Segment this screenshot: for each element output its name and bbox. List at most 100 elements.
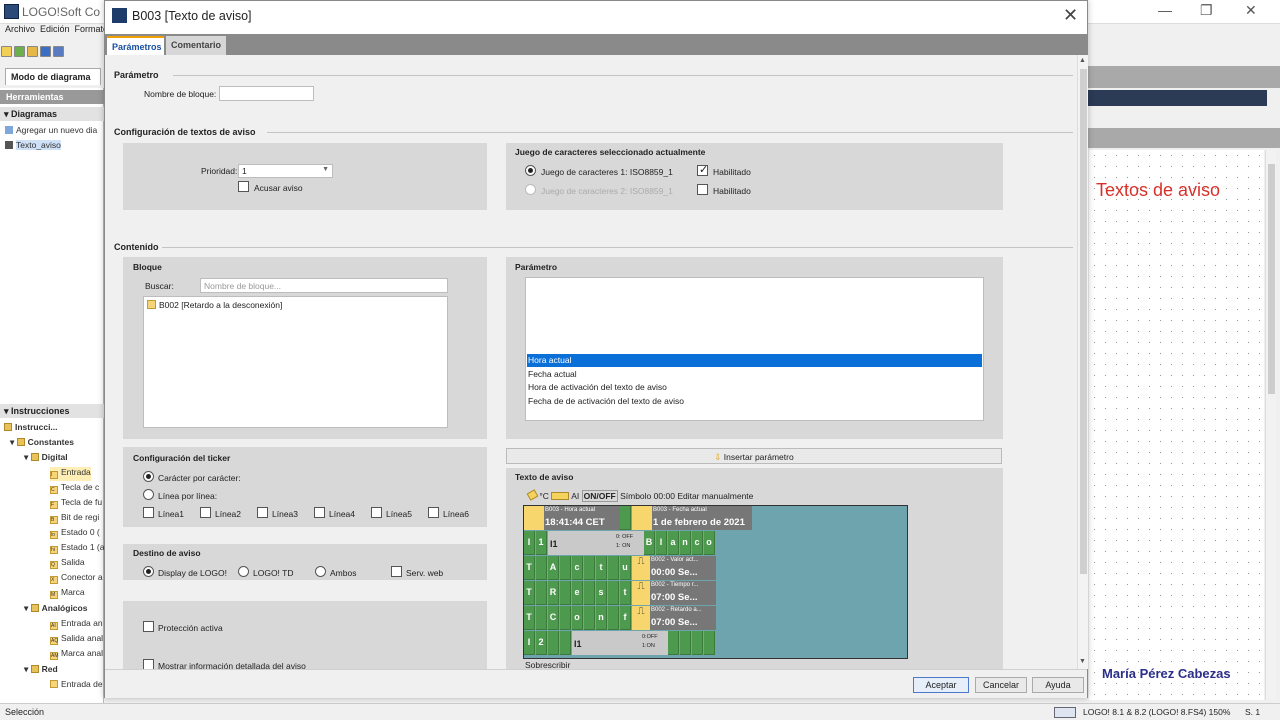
tree-item-digital[interactable]: I Entrada	[50, 467, 91, 481]
edit-manually-button[interactable]: Editar manualmente	[677, 491, 753, 501]
param-item-activation-time[interactable]: Hora de activación del texto de aviso	[527, 381, 668, 394]
display-char[interactable]: C	[548, 606, 559, 630]
insert-param-button[interactable]: ⇩ Insertar parámetro	[506, 448, 1002, 464]
open-folder-icon[interactable]	[27, 46, 38, 57]
tree-net[interactable]: ▾ Red	[24, 664, 58, 678]
diagram-item[interactable]: Texto_aviso	[5, 140, 61, 154]
symbol-button[interactable]: Símbolo	[620, 491, 651, 501]
display-cell[interactable]	[584, 606, 595, 630]
display-cell[interactable]	[704, 631, 715, 655]
tree-item-net-input[interactable]: Entrada de	[50, 679, 103, 693]
tab-parametros[interactable]: Parámetros	[107, 36, 164, 55]
battery-icon[interactable]	[551, 492, 570, 500]
display-char[interactable]: o	[572, 606, 583, 630]
display-char[interactable]: c	[692, 531, 703, 555]
display-char[interactable]: T	[524, 556, 535, 580]
display-char[interactable]: a	[668, 531, 679, 555]
menu-archivo[interactable]: Archivo	[5, 24, 35, 34]
display-cell[interactable]	[608, 581, 619, 605]
print-icon[interactable]	[53, 46, 64, 57]
display-char[interactable]: B	[644, 531, 655, 555]
dest-logo-td-radio[interactable]	[238, 566, 249, 577]
tree-item-digital[interactable]: B Bit de regi	[50, 512, 99, 526]
display-cell[interactable]: I	[524, 531, 535, 555]
display-cell[interactable]	[668, 631, 679, 655]
display-cell[interactable]	[536, 606, 547, 630]
search-input[interactable]: Nombre de bloque...	[200, 278, 448, 293]
eraser-icon[interactable]	[526, 489, 539, 501]
display-char[interactable]: T	[524, 581, 535, 605]
diagram-mode-tab[interactable]: Modo de diagrama	[5, 68, 101, 85]
tree-constants[interactable]: ▾ Constantes	[10, 437, 74, 451]
display-cell[interactable]	[680, 631, 691, 655]
display-current-time-block[interactable]: B003 - Hora actual 18:41:44 CET	[524, 506, 620, 530]
tree-analog[interactable]: ▾ Analógicos	[24, 603, 87, 617]
block-list-item[interactable]: B002 [Retardo a la desconexión]	[146, 299, 283, 312]
menu-edicion[interactable]: Edición	[40, 24, 70, 34]
tree-item-digital[interactable]: lo Estado 0 (	[50, 527, 100, 541]
display-cell[interactable]	[584, 581, 595, 605]
display-char[interactable]: c	[572, 556, 583, 580]
display-char[interactable]: T	[524, 606, 535, 630]
display-char[interactable]: u	[620, 556, 631, 580]
ticker-line-checkbox[interactable]	[314, 507, 325, 518]
display-cell[interactable]	[536, 556, 547, 580]
display-char[interactable]: A	[548, 556, 559, 580]
display-cell[interactable]	[560, 556, 571, 580]
param-item-current-time[interactable]: Hora actual	[527, 354, 982, 367]
display-onoff-block[interactable]: I1 0:OFF 1:ON	[572, 631, 668, 655]
download-icon[interactable]	[14, 46, 25, 57]
ticker-line-checkbox[interactable]	[371, 507, 382, 518]
display-char[interactable]: n	[680, 531, 691, 555]
display-grid[interactable]: B003 - Hora actual 18:41:44 CET B003 - Fec…	[523, 505, 908, 659]
ticker-line-checkbox[interactable]	[428, 507, 439, 518]
display-char[interactable]: s	[596, 581, 607, 605]
canvas-scrollbar[interactable]	[1265, 150, 1276, 700]
display-cell[interactable]	[620, 506, 631, 530]
display-cell[interactable]: 2	[536, 631, 547, 655]
tab-comentario[interactable]: Comentario	[166, 36, 226, 55]
display-cell[interactable]	[560, 631, 571, 655]
display-timer-block[interactable]: ⎍ B002 - Valor act... 00:00 Se...	[632, 556, 716, 580]
dialog-scrollbar[interactable]: ▲ ▼	[1077, 55, 1088, 669]
display-cell[interactable]	[560, 606, 571, 630]
display-onoff-block[interactable]: I1 0: OFF 1: ON	[548, 531, 644, 555]
display-cell[interactable]	[692, 631, 703, 655]
display-cell[interactable]	[548, 631, 559, 655]
tree-item-digital[interactable]: F Tecla de fu	[50, 497, 102, 511]
display-current-date-block[interactable]: B003 - Fecha actual 1 de febrero de 2021	[632, 506, 752, 530]
block-name-input[interactable]	[219, 86, 314, 101]
restore-icon[interactable]: ❐	[1200, 2, 1213, 19]
ticker-line-checkbox[interactable]	[143, 507, 154, 518]
tree-item-analog[interactable]: AQ Salida anal	[50, 633, 103, 647]
display-cell[interactable]	[608, 606, 619, 630]
ok-button[interactable]: Aceptar	[913, 677, 969, 693]
diagram-canvas[interactable]	[1089, 150, 1264, 700]
display-timer-block[interactable]: ⎍ B002 - Retardo a... 07:00 Se...	[632, 606, 716, 630]
display-char[interactable]: f	[620, 606, 631, 630]
tree-item-digital[interactable]: M Marca	[50, 587, 85, 601]
close-icon[interactable]: ✕	[1063, 5, 1078, 26]
charset2-radio[interactable]	[525, 184, 536, 195]
ticker-line-checkbox[interactable]	[200, 507, 211, 518]
param-item-activation-date[interactable]: Fecha de de activación del texto de avis…	[527, 395, 685, 408]
priority-select[interactable]: 1 ▼	[238, 164, 333, 178]
display-cell[interactable]	[584, 556, 595, 580]
display-char[interactable]: R	[548, 581, 559, 605]
charset1-enabled-checkbox[interactable]	[697, 163, 708, 176]
param-item-current-date[interactable]: Fecha actual	[527, 368, 578, 381]
tree-item-digital[interactable]: hi Estado 1 (a	[50, 542, 104, 556]
display-cell[interactable]	[608, 556, 619, 580]
add-diagram-item[interactable]: Agregar un nuevo dia	[5, 125, 97, 139]
diagrams-header[interactable]: ▾ Diagramas	[0, 107, 104, 121]
ticker-char-radio[interactable]	[143, 471, 154, 482]
charset1-radio[interactable]	[525, 165, 536, 176]
display-char[interactable]: t	[620, 581, 631, 605]
cancel-button[interactable]: Cancelar	[975, 677, 1027, 693]
display-cell[interactable]	[560, 581, 571, 605]
block-list[interactable]: B002 [Retardo a la desconexión]	[143, 296, 448, 428]
display-cell[interactable]: I	[524, 631, 535, 655]
new-file-icon[interactable]	[1, 46, 12, 57]
dest-both-radio[interactable]	[315, 566, 326, 577]
protection-checkbox[interactable]	[143, 621, 154, 632]
